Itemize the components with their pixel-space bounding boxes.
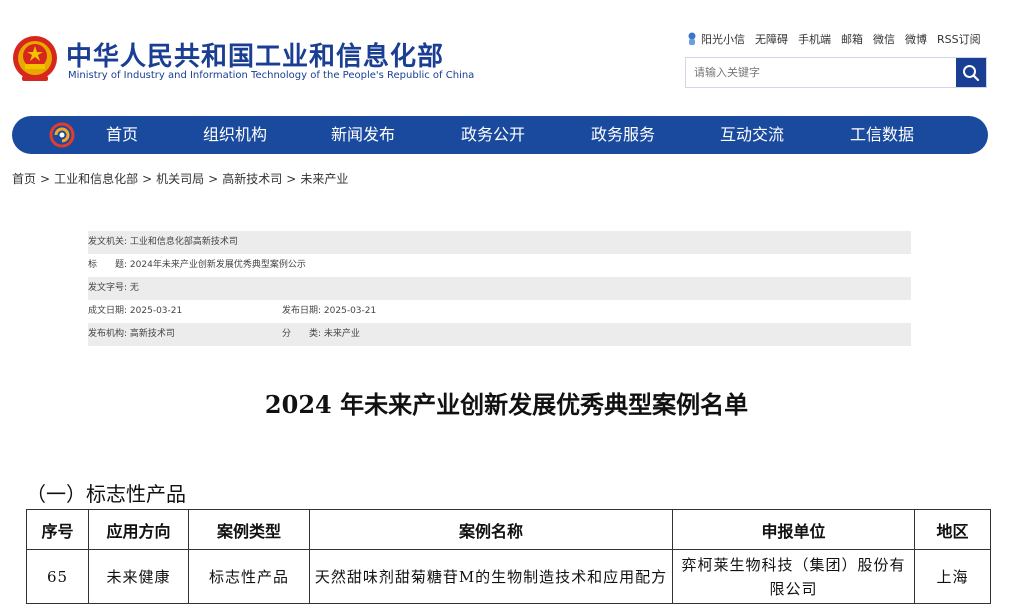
meta-docno-label: 发文字号: (88, 283, 128, 293)
meta-org-value: 高新技术司 (129, 329, 175, 339)
col-header-region: 地区 (914, 509, 991, 550)
nav-item-interaction[interactable]: 互动交流 (720, 116, 784, 154)
cell-region: 上海 (914, 549, 991, 604)
meta-row-dates: 成文日期: 2025-03-21 发布日期: 2025-03-21 (88, 300, 911, 323)
mobile-link[interactable]: 手机端 (798, 31, 831, 47)
meta-row-org: 发布机构: 高新技术司 分 类: 未来产业 (88, 323, 911, 346)
breadcrumb-ministry[interactable]: 工业和信息化部 (54, 172, 138, 186)
main-nav: 首页 组织机构 新闻发布 政务公开 政务服务 互动交流 工信数据 (12, 116, 988, 154)
meta-pubdate-label: 发布日期: (282, 306, 322, 316)
col-header-type: 案例类型 (188, 509, 310, 550)
breadcrumb-future-industry[interactable]: 未来产业 (300, 172, 348, 186)
cell-case-name: 天然甜味剂甜菊糖苷M的生物制造技术和应用配方 (309, 549, 673, 604)
table-header-row: 序号 应用方向 案例类型 案例名称 申报单位 地区 (26, 509, 991, 550)
site-title[interactable]: 中华人民共和国工业和信息化部 (66, 36, 444, 73)
accessibility-link[interactable]: 无障碍 (755, 31, 788, 47)
meta-row-title: 标 题: 2024年未来产业创新发展优秀典型案例公示 (88, 254, 911, 277)
section-heading: （一）标志性产品 (26, 482, 186, 506)
nav-item-home[interactable]: 首页 (106, 116, 138, 154)
breadcrumb-hightech[interactable]: 高新技术司 (222, 172, 282, 186)
meta-pubdate-value: 2025-03-21 (323, 306, 377, 316)
meta-org-label: 发布机构: (88, 329, 128, 339)
meta-date-label: 成文日期: (88, 306, 128, 316)
meta-category-value: 未来产业 (323, 329, 360, 339)
mailbox-link[interactable]: 邮箱 (841, 31, 863, 47)
col-header-number: 序号 (26, 509, 89, 550)
cell-applicant: 弈柯莱生物科技（集团）股份有限公司 (672, 549, 915, 604)
meta-title-label: 标 题: (88, 260, 128, 270)
nav-item-news[interactable]: 新闻发布 (331, 116, 395, 154)
nav-item-services[interactable]: 政务服务 (591, 116, 655, 154)
nav-item-data[interactable]: 工信数据 (850, 116, 914, 154)
weibo-link[interactable]: 微博 (905, 31, 927, 47)
search-icon (963, 64, 980, 81)
meta-issuer-value: 工业和信息化部高新技术司 (129, 237, 238, 247)
miit-emblem-icon[interactable] (49, 122, 75, 148)
breadcrumb-separator: > (142, 172, 153, 186)
sunshine-link[interactable]: 阳光小信 (686, 31, 745, 47)
sunshine-link-label: 阳光小信 (701, 33, 745, 46)
nav-item-organization[interactable]: 组织机构 (203, 116, 267, 154)
meta-date-value: 2025-03-21 (129, 306, 183, 316)
breadcrumb: 首页 > 工业和信息化部 > 机关司局 > 高新技术司 > 未来产业 (12, 170, 348, 187)
document-title: 2024 年未来产业创新发展优秀典型案例名单 (264, 390, 749, 419)
search-input[interactable] (686, 58, 956, 87)
nav-item-government-affairs[interactable]: 政务公开 (461, 116, 525, 154)
meta-category: 分 类: 未来产业 (282, 323, 360, 346)
document-meta: 发文机关: 工业和信息化部高新技术司 标 题: 2024年未来产业创新发展优秀典… (88, 231, 911, 346)
breadcrumb-departments[interactable]: 机关司局 (156, 172, 204, 186)
breadcrumb-separator: > (40, 172, 51, 186)
cell-type: 标志性产品 (188, 549, 310, 604)
site-subtitle: Ministry of Industry and Information Tec… (68, 70, 475, 81)
meta-row-issuer: 发文机关: 工业和信息化部高新技术司 (88, 231, 911, 254)
col-header-direction: 应用方向 (88, 509, 189, 550)
search-box (685, 57, 987, 88)
search-button[interactable] (956, 58, 986, 87)
breadcrumb-home[interactable]: 首页 (12, 172, 36, 186)
table-row: 65 未来健康 标志性产品 天然甜味剂甜菊糖苷M的生物制造技术和应用配方 弈柯莱… (26, 549, 991, 604)
cell-direction: 未来健康 (88, 549, 189, 604)
meta-title-value: 2024年未来产业创新发展优秀典型案例公示 (129, 260, 306, 270)
col-header-case-name: 案例名称 (309, 509, 673, 550)
rss-link[interactable]: RSS订阅 (937, 31, 981, 47)
breadcrumb-separator: > (286, 172, 297, 186)
meta-pubdate: 发布日期: 2025-03-21 (282, 300, 376, 323)
top-links: 阳光小信 无障碍 手机端 邮箱 微信 微博 RSS订阅 (686, 30, 981, 48)
meta-docno-value: 无 (129, 283, 139, 293)
meta-issuer-label: 发文机关: (88, 237, 128, 247)
col-header-applicant: 申报单位 (672, 509, 915, 550)
national-emblem-logo[interactable] (12, 34, 58, 84)
cell-number: 65 (26, 549, 89, 604)
meta-row-docno: 发文字号: 无 (88, 277, 911, 300)
meta-category-label: 分 类: (282, 329, 322, 339)
wechat-link[interactable]: 微信 (873, 31, 895, 47)
case-table: 序号 应用方向 案例类型 案例名称 申报单位 地区 65 未来健康 标志性产品 … (26, 509, 991, 604)
mascot-icon (688, 32, 696, 45)
breadcrumb-separator: > (208, 172, 219, 186)
